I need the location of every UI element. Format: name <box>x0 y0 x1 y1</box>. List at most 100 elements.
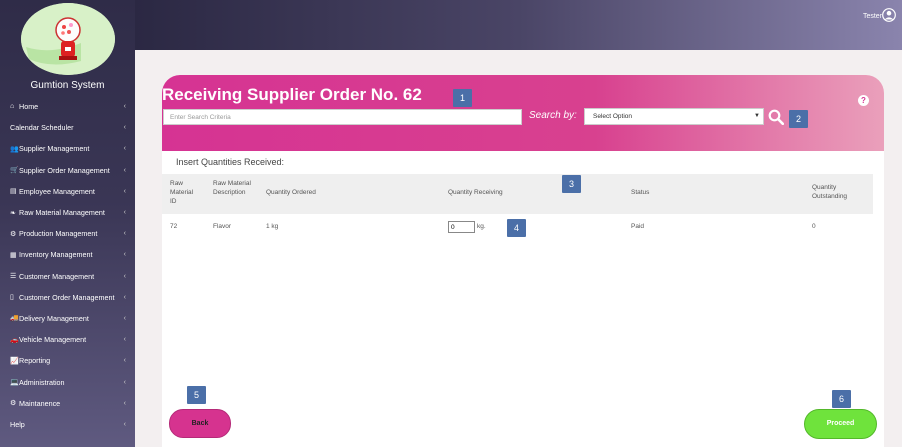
sidebar-item-vehicle-management[interactable]: 🚗 Vehicle Management ‹ <box>0 329 135 350</box>
sidebar-item-customer-management[interactable]: ☰ Customer Management ‹ <box>0 266 135 287</box>
list-icon: ☰ <box>10 273 17 281</box>
cell-quantity-ordered: 1 kg <box>266 223 279 230</box>
cart-icon: 🛒 <box>10 167 19 175</box>
app-name: Gumtion System <box>30 80 105 91</box>
sidebar-item-home[interactable]: ⌂ Home ‹ <box>0 96 135 117</box>
sidebar-item-label: Production Management <box>19 229 98 239</box>
truck-icon: 🚚 <box>10 315 19 323</box>
table-header: Raw Material ID Raw Material Description… <box>162 174 873 214</box>
sidebar-item-label: Administration <box>19 377 65 387</box>
sidebar-item-employee-management[interactable]: ▤ Employee Management ‹ <box>0 181 135 202</box>
sidebar-item-supplier-order-management[interactable]: 🛒 Supplier Order Management ‹ <box>0 160 135 181</box>
sidebar-item-administration[interactable]: 💻 Administration ‹ <box>0 371 135 392</box>
quantity-unit-label: kg. <box>477 223 486 230</box>
sidebar-nav: ⌂ Home ‹ Calendar Scheduler ‹ 👥 Supplier Manag… <box>0 96 135 435</box>
sidebar-item-inventory-management[interactable]: ▦ Inventory Management ‹ <box>0 244 135 265</box>
proceed-button[interactable]: Proceed <box>804 409 877 439</box>
sidebar-item-label: Raw Material Management <box>19 208 105 218</box>
chevron-left-icon: ‹ <box>123 103 126 111</box>
sidebar-item-production-management[interactable]: ⚙ Production Management ‹ <box>0 223 135 244</box>
sidebar-item-calendar-scheduler[interactable]: Calendar Scheduler ‹ <box>0 117 135 138</box>
sidebar-item-label: Inventory Management <box>19 250 93 260</box>
select-value: Select Option <box>593 113 633 120</box>
chart-icon: 📈 <box>10 357 19 365</box>
grid-icon: ▦ <box>10 251 17 259</box>
search-input[interactable] <box>163 109 522 125</box>
col-quantity-ordered: Quantity Ordered <box>266 189 316 196</box>
chevron-left-icon: ‹ <box>123 124 126 132</box>
col-raw-material-id: Raw Material ID <box>170 180 194 205</box>
sidebar-item-label: Maintanence <box>19 398 61 408</box>
search-by-select[interactable]: Select Option ▼ <box>584 108 764 125</box>
annotation-badge-5: 5 <box>187 386 206 404</box>
search-icon[interactable] <box>768 109 784 125</box>
chevron-left-icon: ‹ <box>123 293 126 301</box>
sidebar-item-delivery-management[interactable]: 🚚 Delivery Management ‹ <box>0 308 135 329</box>
sidebar-item-label: Supplier Order Management <box>19 165 110 175</box>
col-raw-material-description: Raw Material Description <box>213 180 251 196</box>
chevron-left-icon: ‹ <box>123 187 126 195</box>
users-icon: 👥 <box>10 145 19 153</box>
gumball-machine-logo-icon <box>21 3 115 75</box>
sidebar-item-label: Delivery Management <box>19 313 89 323</box>
cell-status: Paid <box>631 223 645 230</box>
section-label: Insert Quantities Received: <box>176 157 285 167</box>
sidebar-item-supplier-management[interactable]: 👥 Supplier Management ‹ <box>0 138 135 159</box>
laptop-icon: 💻 <box>10 379 19 387</box>
sidebar-item-label: Customer Order Management <box>19 292 115 302</box>
sidebar-item-label: Home <box>19 102 39 112</box>
chevron-left-icon: ‹ <box>123 357 126 365</box>
gear-icon: ⚙ <box>10 400 17 408</box>
cell-quantity-outstanding: 0 <box>812 223 816 230</box>
chevron-left-icon: ‹ <box>123 251 126 259</box>
col-quantity-outstanding: Quantity Outstanding <box>812 184 848 200</box>
sidebar-item-customer-order-management[interactable]: ▯ Customer Order Management ‹ <box>0 287 135 308</box>
quantity-receiving-input[interactable] <box>448 221 475 233</box>
file-icon: ▯ <box>10 294 14 302</box>
sidebar: Gumtion System ⌂ Home ‹ Calendar Scheduler ‹… <box>0 0 135 447</box>
chevron-left-icon: ‹ <box>123 378 126 386</box>
leaf-icon: ❧ <box>10 209 16 217</box>
sidebar-item-label: Supplier Management <box>19 144 90 154</box>
cell-raw-material-description: Flavor <box>213 223 232 230</box>
sidebar-item-reporting[interactable]: 📈 Reporting ‹ <box>0 350 135 371</box>
annotation-badge-2: 2 <box>789 110 808 128</box>
annotation-badge-4: 4 <box>507 219 526 237</box>
back-button[interactable]: Back <box>169 409 231 438</box>
sidebar-item-help[interactable]: Help ‹ <box>0 414 135 435</box>
chevron-left-icon: ‹ <box>123 145 126 153</box>
sidebar-item-label: Calendar Scheduler <box>10 123 74 133</box>
sidebar-item-label: Employee Management <box>19 186 95 196</box>
col-quantity-receiving: Quantity Receiving <box>448 189 503 196</box>
col-status: Status <box>631 189 650 196</box>
chevron-left-icon: ‹ <box>123 272 126 280</box>
user-name[interactable]: Tester <box>863 13 882 20</box>
receiving-order-card: Receiving Supplier Order No. 62 ? Search… <box>162 75 884 447</box>
sidebar-item-label: Customer Management <box>19 271 95 281</box>
top-bar: Tester <box>135 0 902 50</box>
cogs-icon: ⚙ <box>10 230 17 238</box>
car-icon: 🚗 <box>10 336 19 344</box>
page-title: Receiving Supplier Order No. 62 <box>162 85 422 104</box>
sidebar-item-label: Reporting <box>19 356 51 366</box>
user-avatar-icon[interactable] <box>882 8 896 22</box>
help-icon[interactable]: ? <box>858 95 869 106</box>
chevron-left-icon: ‹ <box>123 166 126 174</box>
id-card-icon: ▤ <box>10 188 17 196</box>
annotation-badge-3: 3 <box>562 175 581 193</box>
logo <box>21 3 115 75</box>
sidebar-item-label: Vehicle Management <box>19 335 87 345</box>
card-header: Receiving Supplier Order No. 62 ? Search… <box>162 75 884 151</box>
cell-raw-material-id: 72 <box>170 223 178 230</box>
chevron-left-icon: ‹ <box>123 399 126 407</box>
sidebar-item-label: Help <box>10 419 25 429</box>
chevron-left-icon: ‹ <box>123 314 126 322</box>
chevron-left-icon: ‹ <box>123 336 126 344</box>
chevron-left-icon: ‹ <box>123 420 126 428</box>
annotation-badge-1: 1 <box>453 89 472 107</box>
sidebar-item-maintanence[interactable]: ⚙ Maintanence ‹ <box>0 393 135 414</box>
chevron-left-icon: ‹ <box>123 230 126 238</box>
search-by-label: Search by: <box>529 110 577 121</box>
caret-down-icon: ▼ <box>754 113 760 119</box>
sidebar-item-raw-material-management[interactable]: ❧ Raw Material Management ‹ <box>0 202 135 223</box>
